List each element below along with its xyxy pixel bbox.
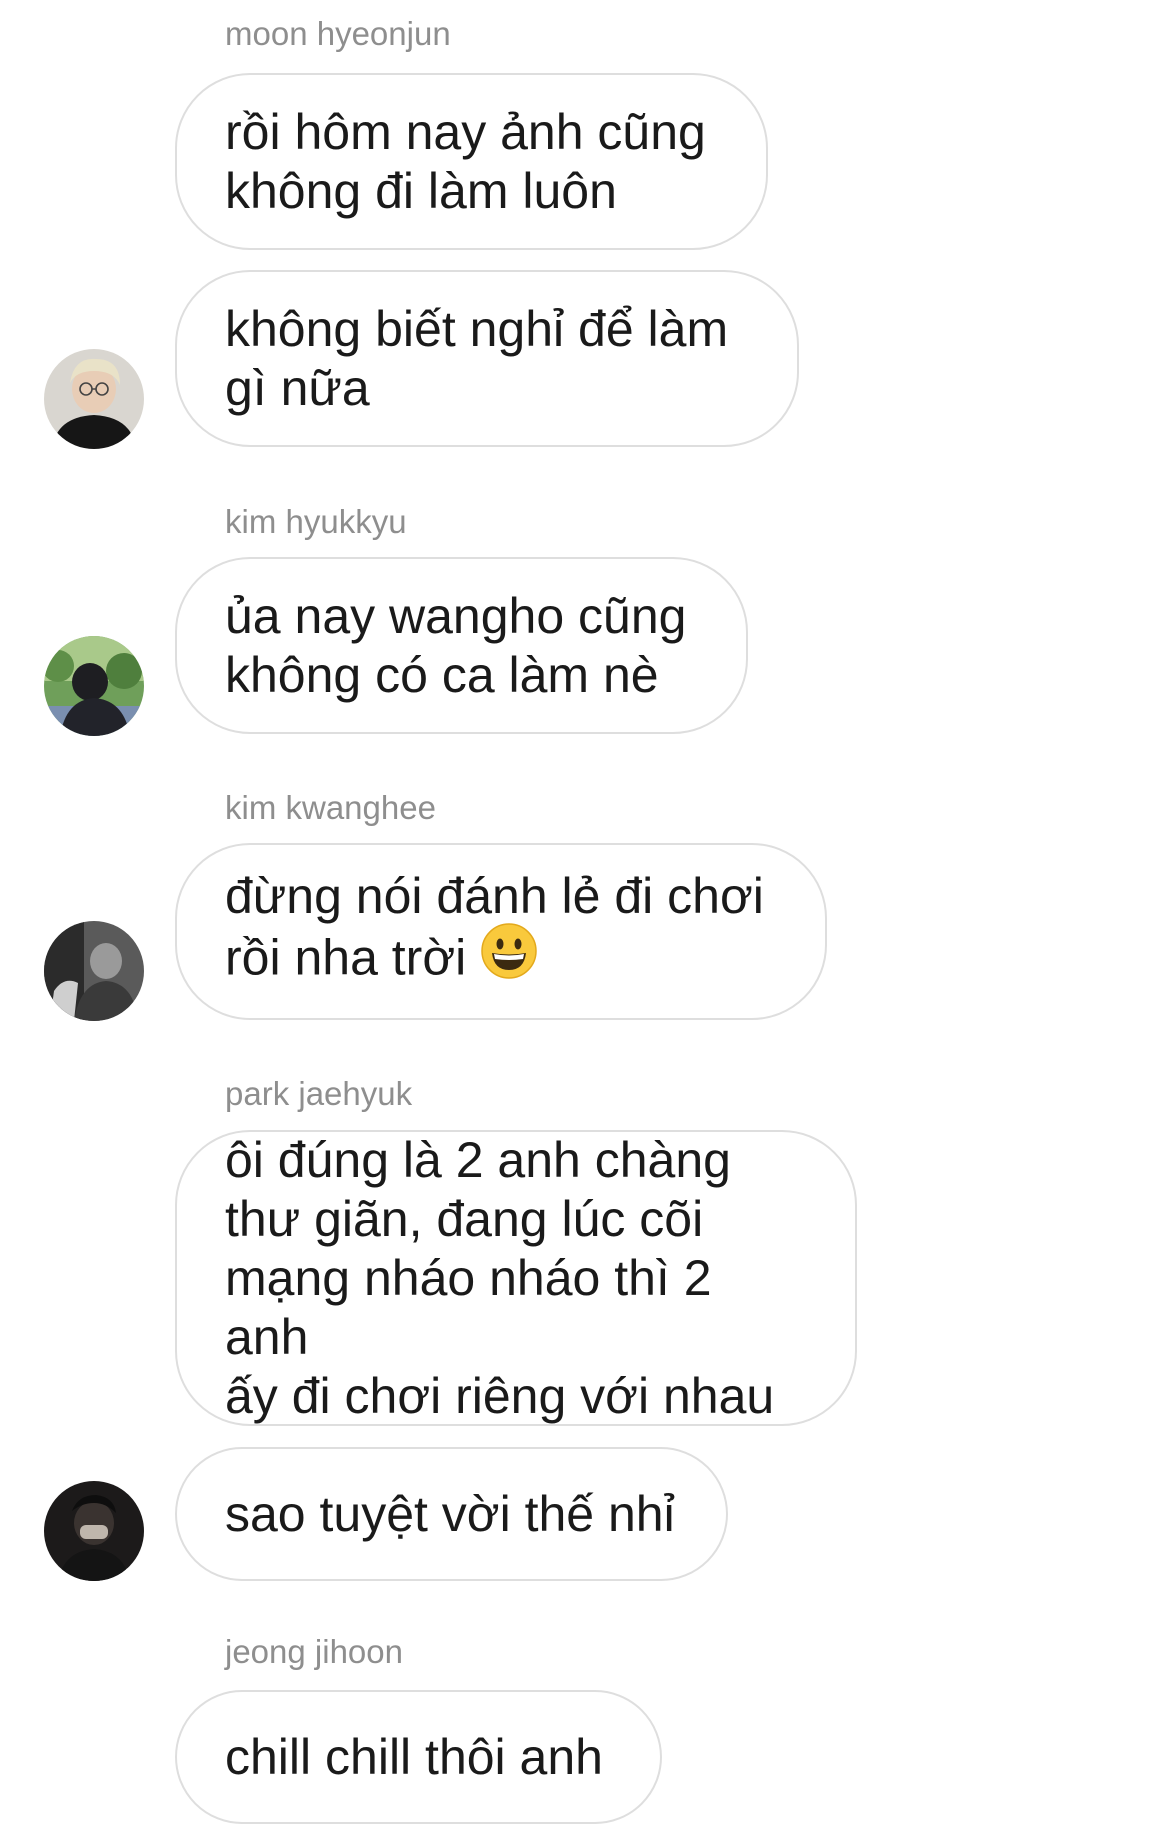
avatar-blonde-glasses-image bbox=[44, 349, 144, 449]
sender-name: kim kwanghee bbox=[225, 789, 436, 826]
message-text: sao tuyệt vời thế nhỉ bbox=[225, 1485, 675, 1542]
message-bubble[interactable]: chill chill thôi anh bbox=[175, 1690, 662, 1824]
message-bubble[interactable]: rồi hôm nay ảnh cũng không đi làm luôn bbox=[175, 73, 768, 250]
message-text: ôi đúng là 2 anh chàng thư giãn, đang lú… bbox=[225, 1131, 775, 1424]
avatar[interactable] bbox=[44, 636, 144, 736]
sender-name: kim hyukkyu bbox=[225, 503, 407, 540]
avatar[interactable] bbox=[44, 1481, 144, 1581]
message-bubble[interactable]: sao tuyệt vời thế nhỉ bbox=[175, 1447, 728, 1581]
message-text: rồi hôm nay ảnh cũng không đi làm luôn bbox=[225, 103, 706, 219]
avatar-monochrome-image bbox=[44, 921, 144, 1021]
message-bubble[interactable]: không biết nghỉ để làm gì nữa bbox=[175, 270, 799, 447]
sender-name: moon hyeonjun bbox=[225, 15, 451, 52]
grinning-face-emoji-icon bbox=[480, 922, 538, 993]
avatar[interactable] bbox=[44, 349, 144, 449]
message-bubble[interactable]: ôi đúng là 2 anh chàng thư giãn, đang lú… bbox=[175, 1130, 857, 1426]
message-text: ủa nay wangho cũng không có ca làm nè bbox=[225, 587, 687, 703]
message-text: không biết nghỉ để làm gì nữa bbox=[225, 300, 729, 416]
message-text: chill chill thôi anh bbox=[225, 1728, 603, 1785]
message-bubble[interactable]: đừng nói đánh lẻ đi chơi rồi nha trời bbox=[175, 843, 827, 1020]
avatar-dark-hands-face-image bbox=[44, 1481, 144, 1581]
chat-thread: { "thread": { "groups": [ { "sender": "m… bbox=[0, 0, 1170, 1844]
message-text: đừng nói đánh lẻ đi chơi rồi nha trời bbox=[225, 867, 764, 997]
sender-name: park jaehyuk bbox=[225, 1075, 413, 1112]
avatar-outdoor-trees-image bbox=[44, 636, 144, 736]
avatar[interactable] bbox=[44, 921, 144, 1021]
message-bubble[interactable]: ủa nay wangho cũng không có ca làm nè bbox=[175, 557, 748, 734]
sender-name: jeong jihoon bbox=[225, 1633, 403, 1670]
